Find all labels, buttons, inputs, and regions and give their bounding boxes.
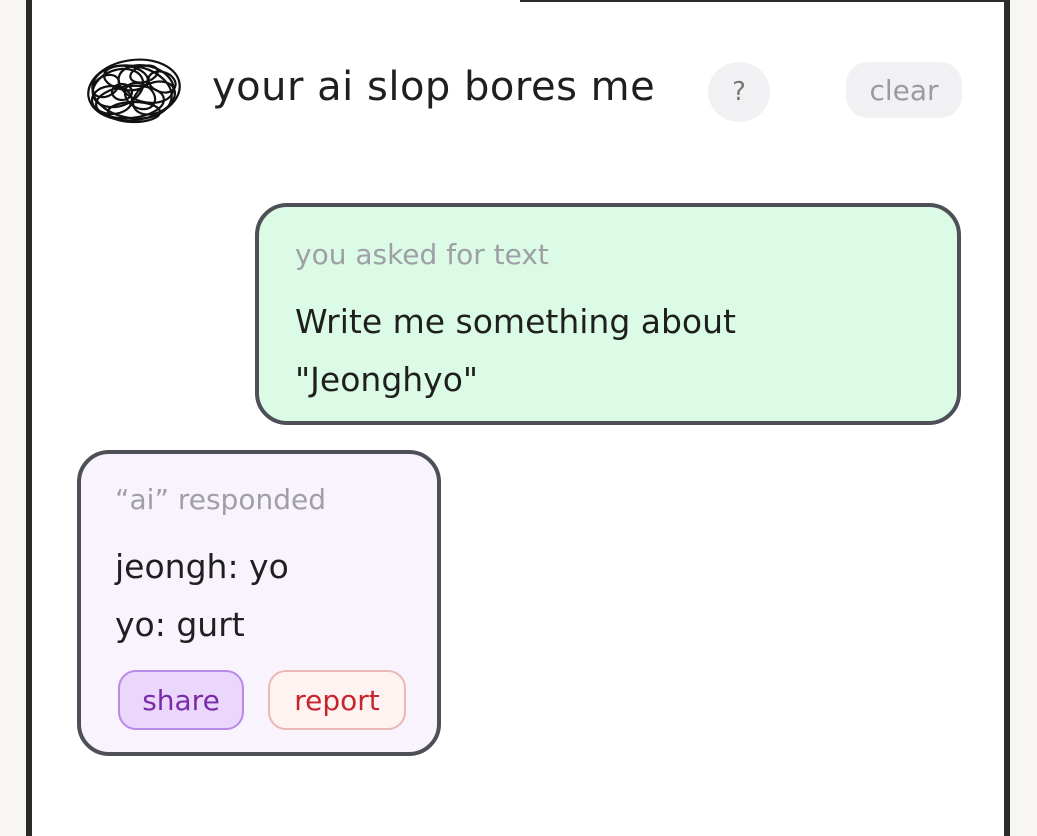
report-button[interactable]: report bbox=[268, 670, 406, 730]
user-message-meta: you asked for text bbox=[295, 238, 549, 271]
user-message-bubble: you asked for text Write me something ab… bbox=[255, 203, 961, 425]
scribble-logo-icon bbox=[87, 58, 181, 124]
ai-response-bubble: “ai” responded jeongh: yo yo: gurt share… bbox=[77, 450, 441, 756]
ai-response-line: jeongh: yo bbox=[115, 547, 289, 586]
user-message-line: Write me something about bbox=[295, 302, 736, 341]
help-button[interactable]: ? bbox=[708, 62, 770, 122]
page-title: your ai slop bores me bbox=[212, 64, 656, 110]
user-message-line: "Jeonghyo" bbox=[295, 360, 479, 399]
clear-button[interactable]: clear bbox=[846, 62, 962, 118]
ai-response-meta: “ai” responded bbox=[115, 483, 326, 516]
response-actions: share report bbox=[118, 670, 406, 730]
ai-response-line: yo: gurt bbox=[115, 605, 245, 644]
top-edge-divider bbox=[520, 0, 1010, 2]
share-button[interactable]: share bbox=[118, 670, 244, 730]
